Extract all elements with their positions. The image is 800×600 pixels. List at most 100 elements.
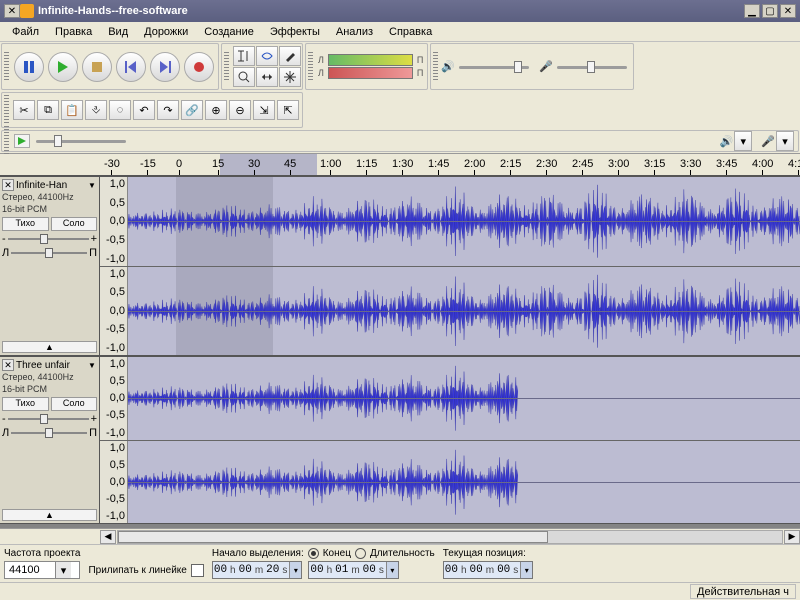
chevron-down-icon[interactable]: ▾ bbox=[289, 562, 301, 578]
grip-icon[interactable] bbox=[224, 52, 229, 82]
scroll-thumb[interactable] bbox=[118, 531, 548, 543]
pause-button[interactable] bbox=[14, 52, 44, 82]
timeline-ruler[interactable]: -30-1501530451:001:151:301:452:002:152:3… bbox=[100, 154, 800, 176]
cut-icon[interactable]: ✂ bbox=[13, 100, 35, 120]
waveform-channel[interactable]: 1,00,50,0-0,5-1,0 bbox=[100, 267, 800, 356]
time-hours[interactable]: 00 bbox=[444, 562, 459, 578]
selection-tool-icon[interactable] bbox=[233, 46, 255, 66]
time-seconds[interactable]: 00 bbox=[362, 562, 377, 578]
pan-slider[interactable] bbox=[11, 248, 87, 258]
scroll-left-icon[interactable]: ◀ bbox=[100, 530, 116, 544]
scroll-trough[interactable] bbox=[117, 530, 783, 544]
waveform-channel[interactable]: 1,00,50,0-0,5-1,0 bbox=[100, 177, 800, 267]
envelope-tool-icon[interactable] bbox=[256, 46, 278, 66]
time-hours[interactable]: 00 bbox=[213, 562, 228, 578]
horizontal-scrollbar[interactable]: ◀ ▶ bbox=[0, 528, 800, 544]
window-close-icon[interactable]: ✕ bbox=[780, 4, 796, 18]
pan-slider[interactable] bbox=[11, 428, 87, 438]
track-name[interactable]: Three unfair bbox=[16, 360, 87, 371]
time-minutes[interactable]: 01 bbox=[334, 562, 349, 578]
input-volume-slider[interactable] bbox=[557, 60, 627, 74]
time-minutes[interactable]: 00 bbox=[469, 562, 484, 578]
collapse-button[interactable]: ▲ bbox=[2, 341, 97, 353]
menu-edit[interactable]: Правка bbox=[47, 24, 100, 40]
track-close-button[interactable]: ✕ bbox=[2, 179, 14, 191]
menu-analyze[interactable]: Анализ bbox=[328, 24, 381, 40]
minimize-icon[interactable]: ▁ bbox=[744, 4, 760, 18]
track-menu-chevron-icon[interactable]: ▼ bbox=[87, 180, 97, 190]
silence-icon[interactable]: ◌ bbox=[109, 100, 131, 120]
menu-effects[interactable]: Эффекты bbox=[262, 24, 328, 40]
maximize-icon[interactable]: ▢ bbox=[762, 4, 778, 18]
time-hours[interactable]: 00 bbox=[309, 562, 324, 578]
menu-view[interactable]: Вид bbox=[100, 24, 136, 40]
fit-selection-icon[interactable]: ⇲ bbox=[253, 100, 275, 120]
chevron-down-icon[interactable]: ▾ bbox=[520, 562, 532, 578]
undo-icon[interactable]: ↶ bbox=[133, 100, 155, 120]
track-name[interactable]: Infinite-Han bbox=[16, 180, 87, 191]
skip-end-button[interactable] bbox=[150, 52, 180, 82]
track-control-panel[interactable]: ✕Three unfair▼Стерео, 44100Hz16-bit PCMТ… bbox=[0, 357, 100, 523]
waveform-channel[interactable]: 1,00,50,0-0,5-1,0 bbox=[100, 357, 800, 441]
zoom-out-icon[interactable]: ⊖ bbox=[229, 100, 251, 120]
menu-tracks[interactable]: Дорожки bbox=[136, 24, 196, 40]
input-device-dropdown[interactable]: ▾ bbox=[776, 131, 794, 151]
trim-icon[interactable]: ⎀ bbox=[85, 100, 107, 120]
grip-icon[interactable] bbox=[308, 52, 313, 82]
menu-generate[interactable]: Создание bbox=[196, 24, 262, 40]
project-rate-input[interactable] bbox=[5, 562, 55, 578]
gain-slider[interactable] bbox=[8, 414, 89, 424]
output-volume-slider[interactable] bbox=[459, 60, 529, 74]
length-radio[interactable] bbox=[355, 548, 366, 559]
track-control-panel[interactable]: ✕Infinite-Han▼Стерео, 44100Hz16-bit PCMТ… bbox=[0, 177, 100, 355]
record-meter[interactable] bbox=[328, 67, 413, 79]
solo-button[interactable]: Соло bbox=[51, 397, 98, 411]
menu-help[interactable]: Справка bbox=[381, 24, 440, 40]
close-icon[interactable]: ✕ bbox=[4, 4, 20, 18]
project-rate-combo[interactable]: ▾ bbox=[4, 561, 80, 579]
selection-start-counter[interactable]: 00h 00m 20s ▾ bbox=[212, 561, 303, 579]
collapse-button[interactable]: ▲ bbox=[2, 509, 97, 521]
mute-button[interactable]: Тихо bbox=[2, 217, 49, 231]
redo-icon[interactable]: ↷ bbox=[157, 100, 179, 120]
skip-start-button[interactable] bbox=[116, 52, 146, 82]
menu-file[interactable]: Файл bbox=[4, 24, 47, 40]
stop-button[interactable] bbox=[82, 52, 112, 82]
gain-slider[interactable] bbox=[8, 234, 89, 244]
paste-icon[interactable]: 📋 bbox=[61, 100, 83, 120]
zoom-in-icon[interactable]: ⊕ bbox=[205, 100, 227, 120]
zoom-tool-icon[interactable] bbox=[233, 67, 255, 87]
selection-end-counter[interactable]: 00h 01m 00s ▾ bbox=[308, 561, 399, 579]
timeshift-tool-icon[interactable] bbox=[256, 67, 278, 87]
mute-button[interactable]: Тихо bbox=[2, 397, 49, 411]
chevron-down-icon[interactable]: ▾ bbox=[55, 562, 71, 578]
solo-button[interactable]: Соло bbox=[51, 217, 98, 231]
time-seconds[interactable]: 00 bbox=[496, 562, 511, 578]
play-at-speed-button[interactable] bbox=[14, 134, 30, 148]
chevron-down-icon[interactable]: ▾ bbox=[386, 562, 398, 578]
record-button[interactable] bbox=[184, 52, 214, 82]
end-radio[interactable] bbox=[308, 548, 319, 559]
play-speed-slider[interactable] bbox=[36, 134, 126, 148]
grip-icon[interactable] bbox=[4, 126, 9, 156]
multi-tool-icon[interactable] bbox=[279, 67, 301, 87]
waveform-channel[interactable]: 1,00,50,0-0,5-1,0 bbox=[100, 441, 800, 524]
play-button[interactable] bbox=[48, 52, 78, 82]
fit-project-icon[interactable]: ⇱ bbox=[277, 100, 299, 120]
grip-icon[interactable] bbox=[4, 52, 9, 82]
scroll-right-icon[interactable]: ▶ bbox=[784, 530, 800, 544]
track-menu-chevron-icon[interactable]: ▼ bbox=[87, 360, 97, 370]
tracks-area: ✕Infinite-Han▼Стерео, 44100Hz16-bit PCMТ… bbox=[0, 176, 800, 528]
copy-icon[interactable]: ⧉ bbox=[37, 100, 59, 120]
snap-checkbox[interactable] bbox=[191, 564, 204, 577]
track-close-button[interactable]: ✕ bbox=[2, 359, 14, 371]
grip-icon[interactable] bbox=[433, 52, 438, 82]
output-device-dropdown[interactable]: ▾ bbox=[734, 131, 752, 151]
playback-meter[interactable] bbox=[328, 54, 413, 66]
audio-position-counter[interactable]: 00h 00m 00s ▾ bbox=[443, 561, 534, 579]
draw-tool-icon[interactable] bbox=[279, 46, 301, 66]
time-minutes[interactable]: 00 bbox=[238, 562, 253, 578]
sync-lock-icon[interactable]: 🔗 bbox=[181, 100, 203, 120]
time-seconds[interactable]: 20 bbox=[265, 562, 280, 578]
grip-icon[interactable] bbox=[4, 95, 9, 125]
